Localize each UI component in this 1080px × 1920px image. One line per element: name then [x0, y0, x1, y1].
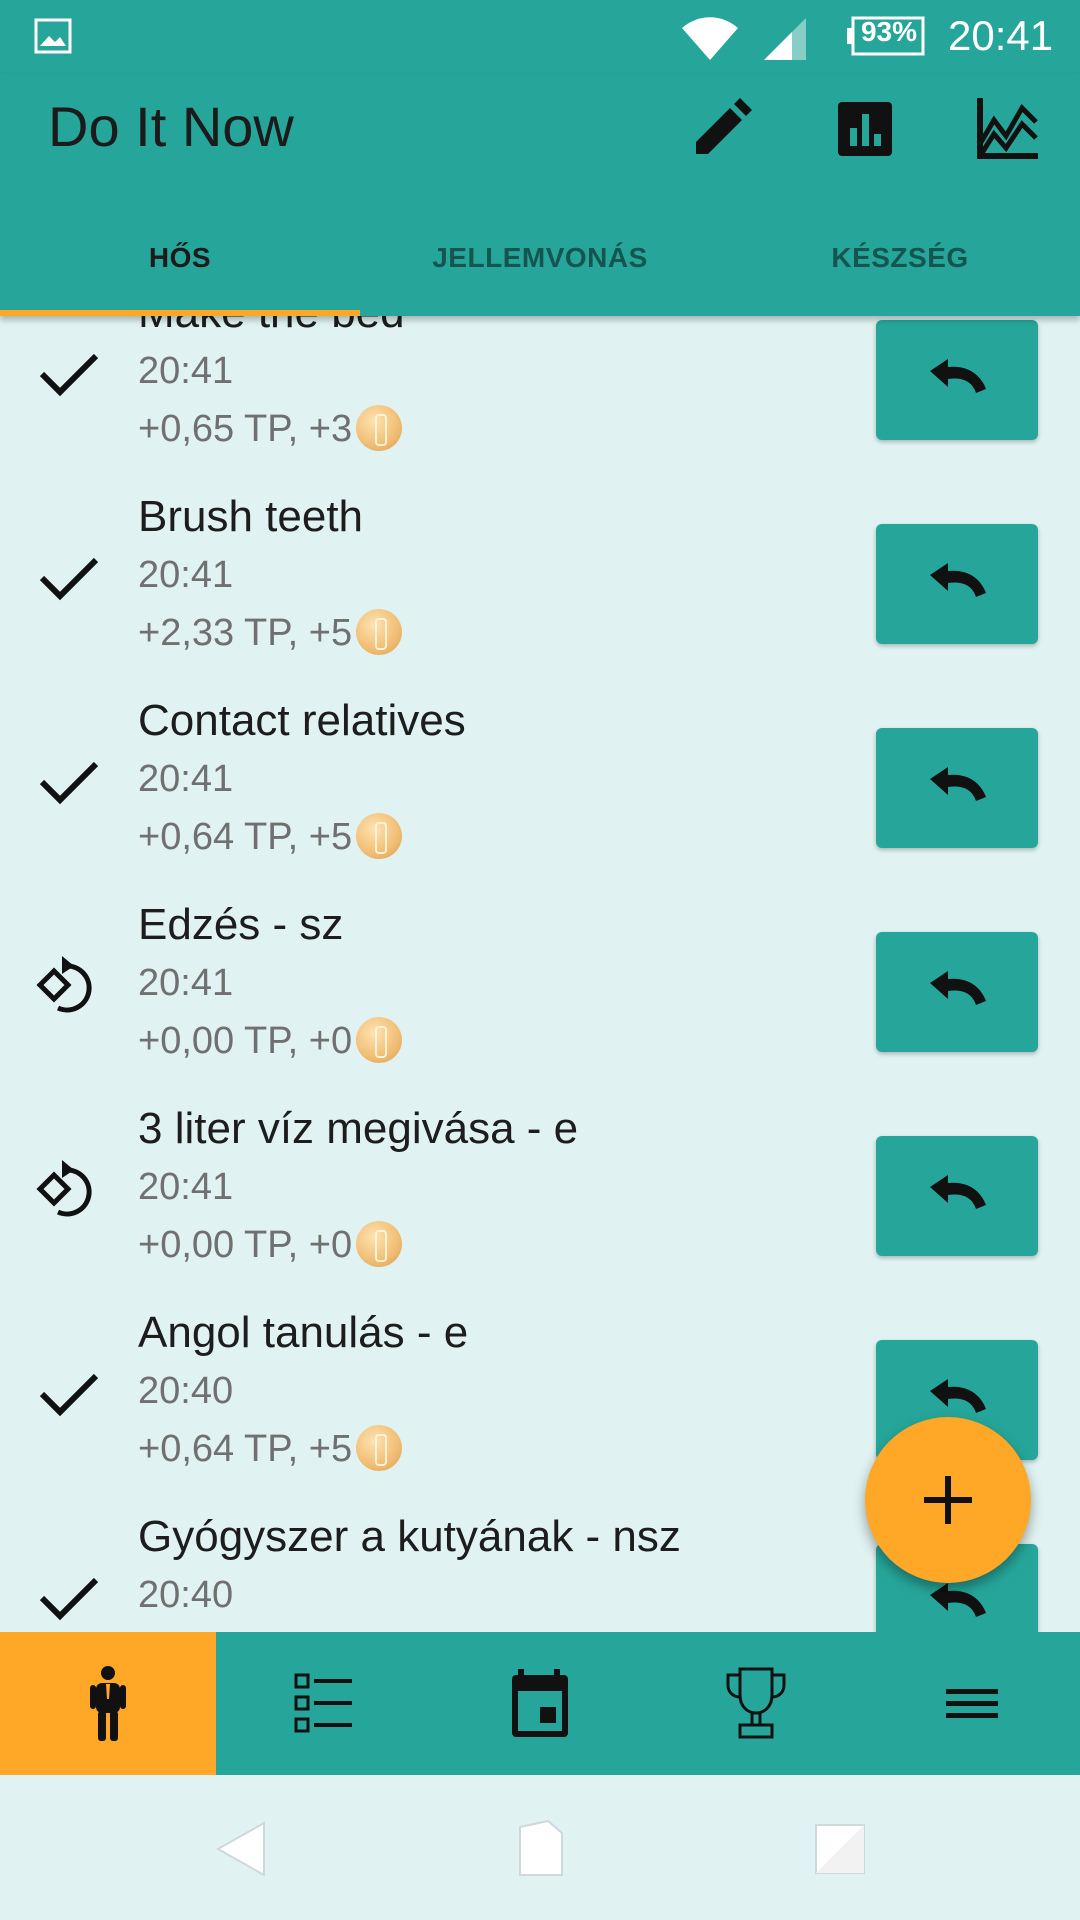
coin-icon: [356, 1221, 403, 1267]
bar-chart-icon[interactable]: [830, 94, 900, 164]
nav-hero[interactable]: [0, 1632, 216, 1775]
coin-icon: [356, 405, 403, 451]
wifi-icon: [682, 17, 738, 60]
gallery-icon: [34, 18, 72, 54]
back-icon[interactable]: [210, 1817, 274, 1881]
item-title: Brush teeth: [138, 492, 364, 541]
tab-indicator: [0, 310, 360, 316]
nav-calendar[interactable]: [432, 1632, 648, 1775]
skip-icon: [36, 1160, 92, 1217]
coin-icon: [356, 813, 403, 859]
tab-trait[interactable]: JELLEMVONÁS: [360, 242, 720, 302]
check-icon: [39, 557, 99, 601]
item-title: Contact relatives: [138, 696, 466, 745]
item-title: 3 liter víz megivása - e: [138, 1104, 579, 1153]
status-bar: 93% 20:41: [0, 0, 1080, 74]
reward-text: +0,00 TP, +0: [138, 1020, 353, 1063]
item-time: 20:41: [138, 554, 234, 596]
list-item[interactable]: Brush teeth 20:41 +2,33 TP, +5: [0, 482, 1080, 686]
bottom-navigation: [0, 1632, 1080, 1775]
edit-icon[interactable]: [686, 94, 756, 164]
item-time: 20:40: [138, 1574, 234, 1616]
app-title: Do It Now: [48, 95, 294, 158]
recents-icon[interactable]: [808, 1817, 872, 1881]
coin-icon: [356, 1425, 403, 1471]
item-title: Edzés - sz: [138, 900, 344, 949]
undo-button[interactable]: [876, 524, 1038, 644]
system-navigation: [0, 1775, 1080, 1920]
undo-button[interactable]: [876, 320, 1038, 440]
menu-icon: [946, 1689, 998, 1718]
check-icon: [39, 1373, 99, 1417]
undo-icon: [930, 767, 986, 801]
reward-text: +2,33 TP, +5: [138, 612, 353, 655]
item-time: 20:41: [138, 962, 234, 1004]
item-time: 20:41: [138, 758, 234, 800]
reward-text: +0,65 TP, +3: [138, 408, 353, 451]
nav-tasks[interactable]: [216, 1632, 432, 1775]
list-item[interactable]: Edzés - sz 20:41 +0,00 TP, +0: [0, 890, 1080, 1094]
check-icon: [39, 761, 99, 805]
reward-text: +0,64 TP, +5: [138, 816, 353, 859]
tab-skill[interactable]: KÉSZSÉG: [720, 242, 1080, 302]
trophy-icon: [726, 1667, 786, 1739]
item-time: 20:40: [138, 1370, 234, 1412]
item-title: Angol tanulás - e: [138, 1308, 469, 1357]
checklist-icon: [294, 1673, 352, 1733]
undo-button[interactable]: [876, 1136, 1038, 1256]
list-item[interactable]: Contact relatives 20:41 +0,64 TP, +5: [0, 686, 1080, 890]
undo-button[interactable]: [876, 728, 1038, 848]
coin-icon: [356, 1017, 403, 1063]
item-reward: +0,00 TP, +0: [138, 1017, 403, 1066]
plus-icon: [924, 1476, 972, 1524]
calendar-icon: [512, 1669, 568, 1737]
undo-icon: [930, 971, 986, 1005]
undo-button[interactable]: [876, 932, 1038, 1052]
battery-level: 93%: [860, 16, 918, 47]
item-reward: +0,64 TP, +5: [138, 813, 403, 862]
home-icon[interactable]: [508, 1817, 572, 1881]
hero-icon: [90, 1666, 126, 1741]
item-title: Make the bed: [138, 316, 405, 338]
add-task-button[interactable]: [865, 1417, 1031, 1583]
item-reward: +0,64 TP, +5: [138, 1425, 403, 1474]
item-reward: +0,00 TP, +0: [138, 1221, 403, 1270]
undo-icon: [930, 359, 986, 393]
check-icon: [39, 353, 99, 397]
coin-icon: [356, 609, 403, 655]
app-bar: Do It Now HŐS JELLEMVONÁS KÉSZSÉG: [0, 74, 1080, 316]
item-reward: +2,33 TP, +5: [138, 609, 403, 658]
line-chart-icon[interactable]: [972, 94, 1042, 164]
list-item[interactable]: Make the bed 20:41 +0,65 TP, +3: [0, 316, 1080, 482]
nav-menu[interactable]: [864, 1632, 1080, 1775]
check-icon: [39, 1577, 99, 1621]
undo-icon: [930, 1175, 986, 1209]
tab-hero[interactable]: HŐS: [0, 242, 360, 302]
reward-text: +0,64 TP, +5: [138, 1428, 353, 1471]
item-time: 20:41: [138, 350, 234, 392]
undo-icon: [930, 563, 986, 597]
signal-icon: [764, 18, 806, 60]
nav-achievements[interactable]: [648, 1632, 864, 1775]
status-clock: 20:41: [948, 12, 1054, 59]
item-time: 20:41: [138, 1166, 234, 1208]
item-title: Gyógyszer a kutyának - nsz: [138, 1512, 681, 1561]
item-reward: +0,65 TP, +3: [138, 405, 403, 454]
list-item[interactable]: 3 liter víz megivása - e 20:41 +0,00 TP,…: [0, 1094, 1080, 1298]
skip-icon: [36, 956, 92, 1013]
reward-text: +0,00 TP, +0: [138, 1224, 353, 1267]
